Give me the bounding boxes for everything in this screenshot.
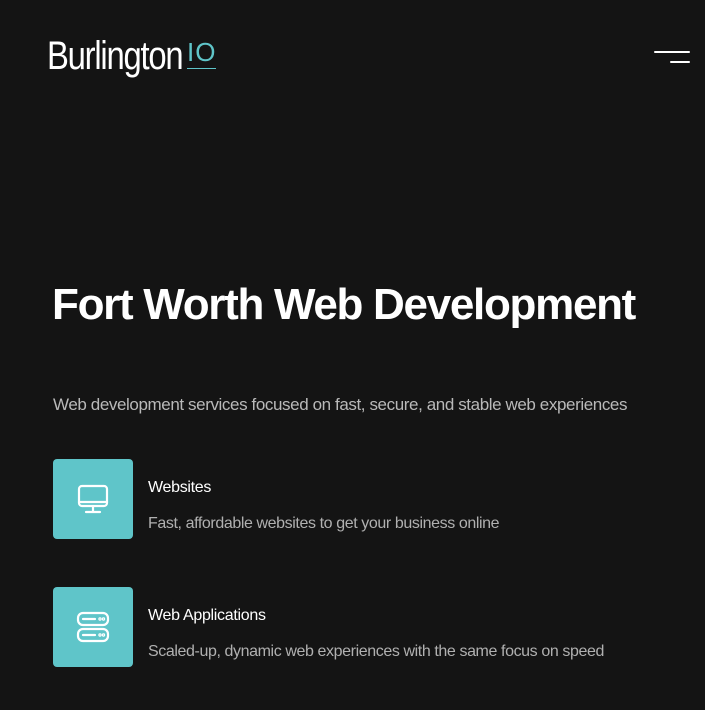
logo-suffix: IO bbox=[187, 37, 217, 69]
logo-text: Burlington bbox=[47, 34, 184, 78]
service-description: Fast, affordable websites to get your bu… bbox=[148, 515, 500, 532]
service-item-websites[interactable]: Websites Fast, affordable websites to ge… bbox=[53, 459, 673, 539]
hamburger-menu-icon[interactable] bbox=[651, 50, 691, 70]
service-icon-box bbox=[53, 587, 133, 667]
server-icon bbox=[76, 611, 110, 643]
logo[interactable]: Burlington IO bbox=[47, 34, 217, 78]
page-title: Fort Worth Web Development bbox=[52, 280, 636, 329]
menu-bar-bottom bbox=[670, 61, 690, 63]
service-title: Websites bbox=[148, 479, 212, 496]
page-subtitle: Web development services focused on fast… bbox=[53, 395, 628, 414]
menu-bar-top bbox=[654, 51, 690, 53]
page: Burlington IO Fort Worth Web Development… bbox=[0, 0, 705, 710]
service-title: Web Applications bbox=[148, 607, 266, 624]
service-item-web-applications[interactable]: Web Applications Scaled-up, dynamic web … bbox=[53, 587, 673, 667]
service-description: Scaled-up, dynamic web experiences with … bbox=[148, 643, 604, 660]
service-icon-box bbox=[53, 459, 133, 539]
monitor-icon bbox=[77, 484, 109, 514]
